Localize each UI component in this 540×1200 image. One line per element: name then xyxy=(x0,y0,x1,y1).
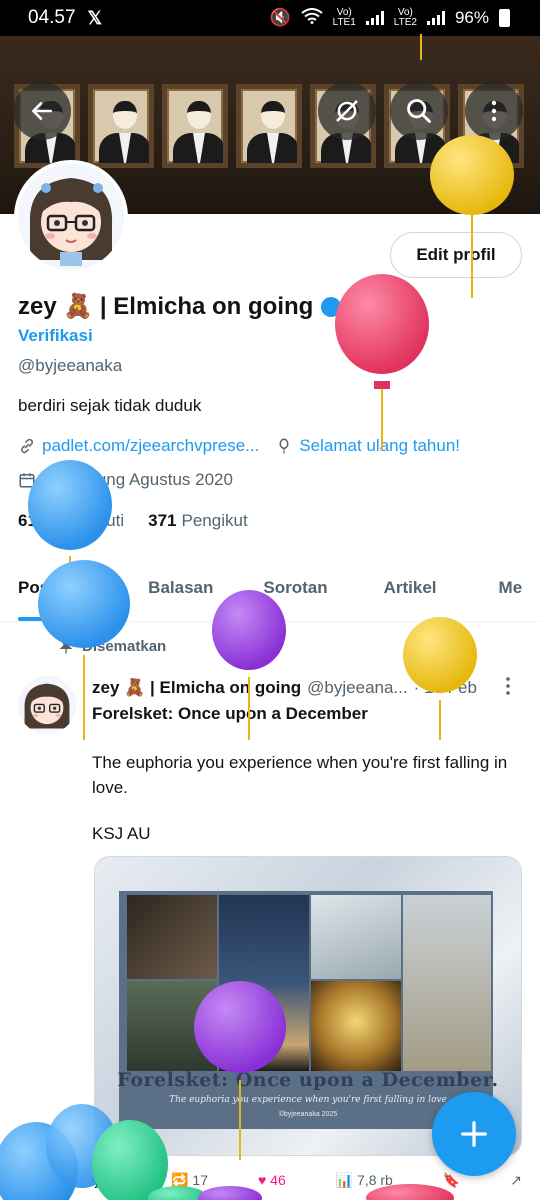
pinned-label-row: Disematkan xyxy=(58,638,166,655)
get-verified-link[interactable]: Dapatkan xyxy=(347,297,424,317)
mute-icon: 🔇 xyxy=(269,8,291,27)
calendar-icon xyxy=(19,473,35,488)
media-collage xyxy=(119,891,493,1129)
get-verified-link-2[interactable]: Verifikasi xyxy=(18,326,93,346)
post-body: The euphoria you experience when you're … xyxy=(92,753,508,797)
post-more-button[interactable] xyxy=(500,676,516,702)
balloon-blue xyxy=(0,1122,78,1200)
sim2-label: Vo) LTE2 xyxy=(393,7,417,28)
plus-icon xyxy=(461,1121,487,1147)
balloon-icon xyxy=(279,438,289,454)
profile-bio: berdiri sejak tidak duduk xyxy=(18,396,202,415)
profile-handle: @byjeeanaka xyxy=(18,356,123,375)
profile-name: zey 🧸 | Elmicha on going xyxy=(18,293,314,320)
bookmark-icon: 🔖 xyxy=(442,1172,461,1188)
avatar-illustration xyxy=(18,676,76,734)
like-count: 46 xyxy=(270,1172,286,1188)
tab-articles[interactable]: Artikel xyxy=(384,560,437,621)
post-tag: KSJ AU xyxy=(92,824,151,843)
post-date[interactable]: · 18 Feb xyxy=(414,678,477,698)
post-actions: 💬 2 🔁 17 ♥ 46 📊 7,8 rb 🔖 ↗ xyxy=(92,1172,522,1189)
tab-replies[interactable]: Balasan xyxy=(148,560,213,621)
tab-media[interactable]: Me xyxy=(499,560,523,621)
post-author-handle[interactable]: @byjeeana... xyxy=(307,678,407,698)
eye-slash-icon xyxy=(336,100,358,122)
post-header: zey 🧸 | Elmicha on going @byjeeana... · … xyxy=(92,678,477,698)
view-count: 7,8 rb xyxy=(357,1172,393,1188)
repost-count: 17 xyxy=(192,1172,208,1188)
avatar-illustration xyxy=(18,164,124,270)
share-button[interactable]: ↗ xyxy=(510,1172,522,1189)
arrow-left-icon xyxy=(32,102,52,120)
bookmark-button[interactable]: 🔖 xyxy=(443,1172,460,1189)
reply-icon: 💬 xyxy=(92,1172,110,1188)
search-button[interactable] xyxy=(390,82,448,140)
profile-name-row: zey 🧸 | Elmicha on going Dapatkan xyxy=(18,292,424,321)
following-count: 616 xyxy=(18,511,47,530)
banner-image xyxy=(14,84,524,168)
repost-button[interactable]: 🔁 17 xyxy=(171,1172,208,1189)
signal-icon xyxy=(426,11,445,25)
reply-button[interactable]: 💬 2 xyxy=(92,1172,121,1189)
joined-date: Bergabung Agustus 2020 xyxy=(42,470,233,489)
followers-count: 371 xyxy=(148,511,177,530)
more-button[interactable] xyxy=(465,82,523,140)
like-button[interactable]: ♥ 46 xyxy=(258,1172,286,1189)
following-label: Mengikuti xyxy=(51,511,125,530)
wifi-icon xyxy=(301,7,323,29)
followers-link[interactable]: 371 Pengikut xyxy=(148,511,248,531)
followers-label: Pengikut xyxy=(181,511,248,530)
more-vertical-icon xyxy=(491,100,497,122)
profile-website-link[interactable]: padlet.com/zjeearchvprese... xyxy=(42,436,259,456)
tab-posts[interactable]: Postingan xyxy=(18,560,101,621)
edit-profile-button[interactable]: Edit profil xyxy=(390,232,522,278)
signal-icon xyxy=(365,11,384,25)
post-author-name[interactable]: zey 🧸 | Elmicha on going xyxy=(92,678,301,698)
post-author-avatar[interactable] xyxy=(18,676,76,734)
views-button[interactable]: 📊 7,8 rb xyxy=(336,1172,393,1189)
media-title-text: Forelsket: Once upon a December. xyxy=(117,1069,499,1091)
profile-meta-row: padlet.com/zjeearchvprese... Selamat ula… xyxy=(18,436,460,456)
share-icon: ↗ xyxy=(510,1172,522,1188)
pin-icon xyxy=(59,639,73,654)
more-vertical-icon xyxy=(506,677,510,695)
hide-button[interactable] xyxy=(318,82,376,140)
battery-icon xyxy=(499,9,510,27)
heart-icon: ♥ xyxy=(257,1172,267,1188)
status-bar: 04.57 𝕏 🔇 Vo) LTE1 Vo) LTE2 96% xyxy=(0,0,540,36)
link-icon xyxy=(20,438,34,454)
search-icon xyxy=(407,99,431,123)
profile-avatar[interactable] xyxy=(14,160,128,274)
battery-level: 96% xyxy=(454,8,489,27)
following-link[interactable]: 616 Mengikuti xyxy=(18,511,124,531)
x-app-icon: 𝕏 xyxy=(87,7,103,28)
follow-stats: 616 Mengikuti 371 Pengikut xyxy=(18,511,248,531)
pinned-label: Disematkan xyxy=(82,638,167,655)
verified-badge-icon xyxy=(321,296,342,317)
profile-tabs: Postingan Balasan Sorotan Artikel Me xyxy=(0,560,540,622)
profile-joined-row: Bergabung Agustus 2020 xyxy=(18,470,233,490)
back-button[interactable] xyxy=(13,82,71,140)
reply-count: 2 xyxy=(113,1172,122,1188)
repost-icon: 🔁 xyxy=(171,1172,189,1188)
tab-highlights[interactable]: Sorotan xyxy=(263,560,327,621)
bar-chart-icon: 📊 xyxy=(335,1172,354,1188)
compose-button[interactable] xyxy=(432,1092,516,1176)
post-title: Forelsket: Once upon a December xyxy=(92,704,368,723)
birthday-message[interactable]: Selamat ulang tahun! xyxy=(299,436,460,456)
status-time: 04.57 xyxy=(28,7,76,28)
sim1-label: Vo) LTE1 xyxy=(332,7,356,28)
